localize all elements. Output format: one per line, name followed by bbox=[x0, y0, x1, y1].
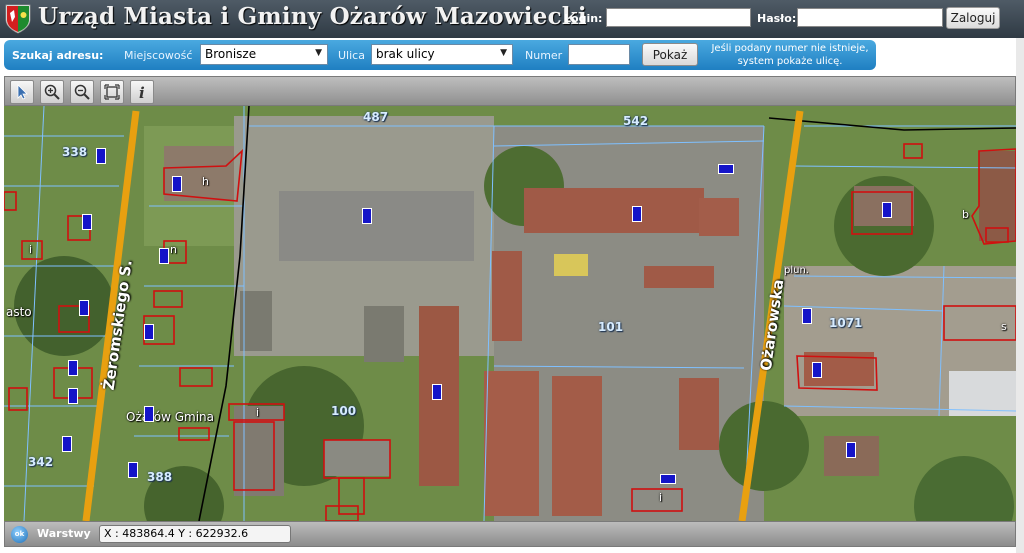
orthophoto-layer bbox=[4, 106, 1016, 521]
address-number-marker[interactable] bbox=[718, 164, 734, 174]
full-extent-tool[interactable] bbox=[100, 80, 124, 104]
building-letter: n bbox=[170, 243, 177, 256]
parcel-label: 342 bbox=[28, 455, 54, 469]
address-number-marker[interactable] bbox=[79, 300, 89, 316]
coordinates-readout: X : 483864.4 Y : 622932.6 bbox=[99, 525, 291, 543]
map-view[interactable]: 487 542 338 101 1071 100 342 388 Żeromsk… bbox=[4, 106, 1016, 521]
place-label: plun. bbox=[784, 265, 809, 276]
place-label: asto bbox=[6, 305, 32, 319]
number-input[interactable] bbox=[568, 44, 630, 65]
login-button[interactable]: Zaloguj bbox=[946, 7, 1000, 29]
site-title: Urząd Miasta i Gminy Ożarów Mazowiecki bbox=[38, 3, 587, 30]
info-icon: i bbox=[139, 84, 145, 100]
address-number-marker[interactable] bbox=[144, 406, 154, 422]
building-letter: i bbox=[256, 406, 260, 419]
show-button[interactable]: Pokaż bbox=[642, 43, 698, 66]
address-number-marker[interactable] bbox=[632, 206, 642, 222]
zoom-in-tool[interactable] bbox=[40, 80, 64, 104]
building-letter: i bbox=[659, 491, 663, 504]
address-number-marker[interactable] bbox=[68, 360, 78, 376]
address-number-marker[interactable] bbox=[802, 308, 812, 324]
street-select[interactable]: brak ulicy ▼ bbox=[371, 44, 513, 65]
parcel-label: 388 bbox=[147, 470, 173, 484]
address-number-marker[interactable] bbox=[432, 384, 442, 400]
city-select-value: Bronisze bbox=[205, 47, 257, 61]
address-number-marker[interactable] bbox=[846, 442, 856, 458]
building-letter: b bbox=[962, 208, 969, 221]
parcel-label: 100 bbox=[331, 404, 357, 418]
status-bar: ok Warstwy X : 483864.4 Y : 622932.6 bbox=[4, 521, 1016, 547]
app-header: Urząd Miasta i Gminy Ożarów Mazowiecki L… bbox=[0, 0, 1024, 38]
address-number-marker[interactable] bbox=[68, 388, 78, 404]
address-number-marker[interactable] bbox=[82, 214, 92, 230]
info-tool[interactable]: i bbox=[130, 80, 154, 104]
parcel-label: 542 bbox=[623, 114, 649, 128]
login-label: Login: bbox=[564, 12, 603, 25]
login-input[interactable] bbox=[606, 8, 751, 27]
address-number-marker[interactable] bbox=[159, 248, 169, 264]
parcel-label: 487 bbox=[363, 110, 389, 124]
address-number-marker[interactable] bbox=[660, 474, 676, 484]
password-input[interactable] bbox=[797, 8, 943, 27]
status-ok-badge[interactable]: ok bbox=[11, 526, 28, 543]
address-number-marker[interactable] bbox=[62, 436, 72, 452]
zoom-out-tool[interactable] bbox=[70, 80, 94, 104]
building-letter: s bbox=[1001, 320, 1007, 333]
street-select-value: brak ulicy bbox=[376, 47, 435, 61]
municipality-crest-icon bbox=[5, 4, 31, 34]
pointer-icon bbox=[17, 84, 28, 100]
svg-text:i: i bbox=[139, 84, 145, 100]
zoom-out-icon bbox=[74, 84, 90, 100]
address-number-marker[interactable] bbox=[128, 462, 138, 478]
address-number-marker[interactable] bbox=[96, 148, 106, 164]
parcel-label: 338 bbox=[62, 145, 88, 159]
parcel-label: 1071 bbox=[829, 316, 863, 330]
chevron-down-icon: ▼ bbox=[315, 48, 322, 58]
place-label: Ożarów Gmina bbox=[126, 410, 215, 424]
chevron-down-icon: ▼ bbox=[500, 48, 507, 58]
search-hint: Jeśli podany numer nie istnieje, system … bbox=[711, 43, 869, 67]
building-letter: h bbox=[202, 175, 209, 188]
city-select[interactable]: Bronisze ▼ bbox=[200, 44, 328, 65]
address-search-bar: Szukaj adresu: Miejscowość Bronisze ▼ Ul… bbox=[4, 40, 876, 70]
select-pointer-tool[interactable] bbox=[10, 80, 34, 104]
search-title: Szukaj adresu: bbox=[12, 49, 104, 62]
address-number-marker[interactable] bbox=[172, 176, 182, 192]
city-label: Miejscowość bbox=[124, 49, 193, 62]
address-number-marker[interactable] bbox=[882, 202, 892, 218]
layers-button[interactable]: Warstwy bbox=[37, 527, 91, 540]
password-label: Hasło: bbox=[757, 12, 797, 25]
building-letter: i bbox=[29, 243, 33, 256]
parcel-label: 101 bbox=[598, 320, 624, 334]
address-number-marker[interactable] bbox=[144, 324, 154, 340]
window-edge bbox=[1016, 38, 1024, 553]
street-label: Ulica bbox=[338, 49, 365, 62]
address-number-marker[interactable] bbox=[812, 362, 822, 378]
address-number-marker[interactable] bbox=[362, 208, 372, 224]
zoom-in-icon bbox=[44, 84, 60, 100]
map-toolbar: i bbox=[4, 76, 1016, 106]
number-label: Numer bbox=[525, 49, 563, 62]
full-extent-icon bbox=[104, 84, 120, 100]
